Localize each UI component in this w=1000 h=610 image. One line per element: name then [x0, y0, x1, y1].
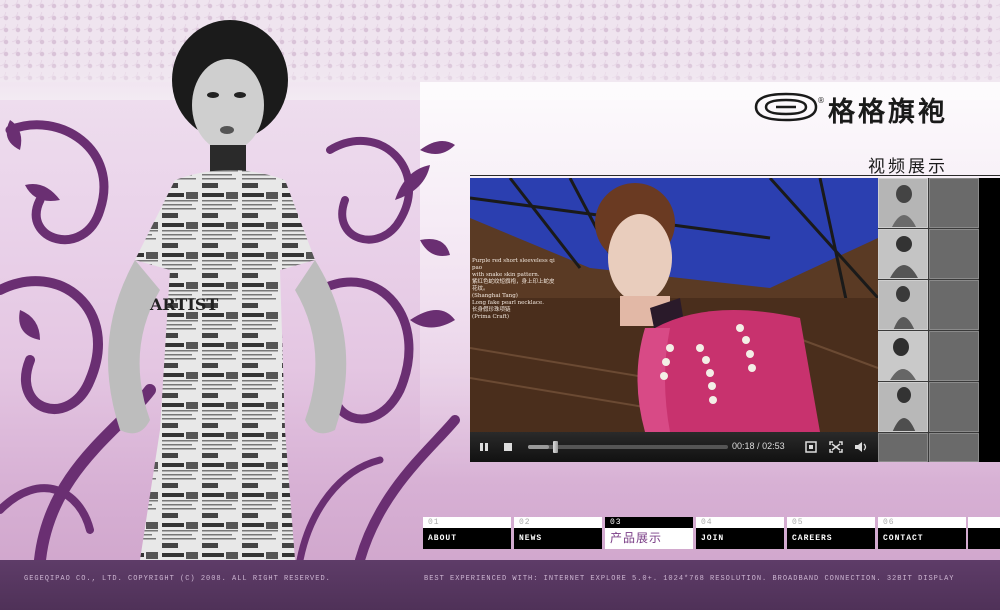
nav-label: CONTACT: [878, 528, 966, 549]
nav-number: 04: [696, 517, 784, 528]
caption-line: (Prima Craft): [472, 314, 509, 320]
fullscreen-icon: [829, 441, 843, 453]
caption-line: (Shanghai Tang): [472, 293, 518, 299]
thumbnail-slot: [929, 331, 979, 381]
video-thumbnail[interactable]: [878, 229, 928, 279]
registered-mark: ®: [817, 96, 825, 105]
window-mode-button[interactable]: [803, 440, 819, 454]
progress-handle[interactable]: [553, 441, 558, 453]
stop-icon: [504, 443, 512, 451]
time-separator: /: [757, 441, 760, 451]
model-photo: ARTIST: [108, 20, 347, 560]
caption-line: 花纹。: [472, 286, 489, 292]
pause-button[interactable]: [476, 440, 492, 454]
current-time: 00:18: [732, 441, 755, 451]
brand-logo-icon: [754, 92, 818, 122]
nav-item-join[interactable]: 04 JOIN: [696, 517, 786, 549]
video-caption: Purple red short sleeveless qi pao with …: [472, 258, 562, 321]
nav-label: JOIN: [696, 528, 784, 549]
nav-item-contact[interactable]: 06 CONTACT: [878, 517, 968, 549]
fullscreen-button[interactable]: [828, 440, 844, 454]
caption-line: 紫红色蛇纹短旗袍，身上印上蛇皮: [472, 279, 555, 285]
nav-item-about[interactable]: 01 ABOUT: [423, 517, 513, 549]
nav-number: 02: [514, 517, 602, 528]
thumbnail-slot: [929, 229, 979, 279]
browser-requirements-text: BEST EXPERIENCED WITH: INTERNET EXPLORE …: [424, 575, 955, 583]
video-thumbnail-list: [878, 178, 1000, 462]
video-thumbnail[interactable]: [878, 331, 928, 381]
nav-tail-segment: [968, 517, 1000, 549]
thumbnail-scrollbar[interactable]: [979, 178, 1000, 462]
footer: GEGEQIPAO CO., LTD. COPYRIGHT (C) 2008. …: [0, 560, 1000, 610]
nav-item-news[interactable]: 02 NEWS: [514, 517, 604, 549]
caption-line: Long fake pearl necklace.: [472, 300, 544, 306]
nav-label: 产品展示: [605, 528, 693, 549]
video-player[interactable]: Purple red short sleeveless qi pao with …: [470, 178, 878, 462]
copyright-text: GEGEQIPAO CO., LTD. COPYRIGHT (C) 2008. …: [24, 575, 331, 583]
brand-name: 格格旗袍: [828, 97, 948, 128]
nav-item-careers[interactable]: 05 CAREERS: [787, 517, 877, 549]
nav-label: CAREERS: [787, 528, 875, 549]
nav-label: NEWS: [514, 528, 602, 549]
duration-time: 02:53: [762, 441, 785, 451]
nav-item-products[interactable]: 03 产品展示: [605, 517, 695, 549]
video-thumbnail[interactable]: [878, 280, 928, 330]
nav-number: 01: [423, 517, 511, 528]
volume-icon: [855, 442, 867, 452]
nav-number: 05: [787, 517, 875, 528]
main-nav: 01 ABOUT 02 NEWS 03 产品展示 04 JOIN 05 CARE…: [423, 517, 1000, 549]
section-title: 视频展示: [868, 157, 948, 177]
video-controls: 00:18 / 02:53: [470, 432, 878, 462]
window-icon: [805, 441, 817, 453]
svg-text:ARTIST: ARTIST: [149, 295, 218, 314]
progress-bar[interactable]: [528, 445, 728, 449]
video-thumbnail[interactable]: [878, 382, 928, 432]
progress-fill: [528, 445, 549, 449]
stop-button[interactable]: [500, 440, 516, 454]
video-thumbnail[interactable]: [878, 178, 928, 228]
pause-icon: [480, 443, 488, 451]
thumbnail-slot: [929, 280, 979, 330]
title-divider: [470, 175, 1000, 176]
thumbnail-slot: [878, 433, 928, 462]
caption-line: with snake skin pattern.: [472, 272, 540, 278]
nav-label: ABOUT: [423, 528, 511, 549]
nav-number: 03: [605, 517, 693, 528]
time-display: 00:18 / 02:53: [732, 441, 785, 451]
thumbnail-slot: [929, 382, 979, 432]
caption-line: 长身假珍珠项链: [472, 307, 511, 313]
volume-button[interactable]: [853, 440, 869, 454]
thumbnail-slot: [929, 433, 979, 462]
nav-number: 06: [878, 517, 966, 528]
thumbnail-slot: [929, 178, 979, 228]
caption-line: Purple red short sleeveless qi pao: [472, 258, 555, 271]
